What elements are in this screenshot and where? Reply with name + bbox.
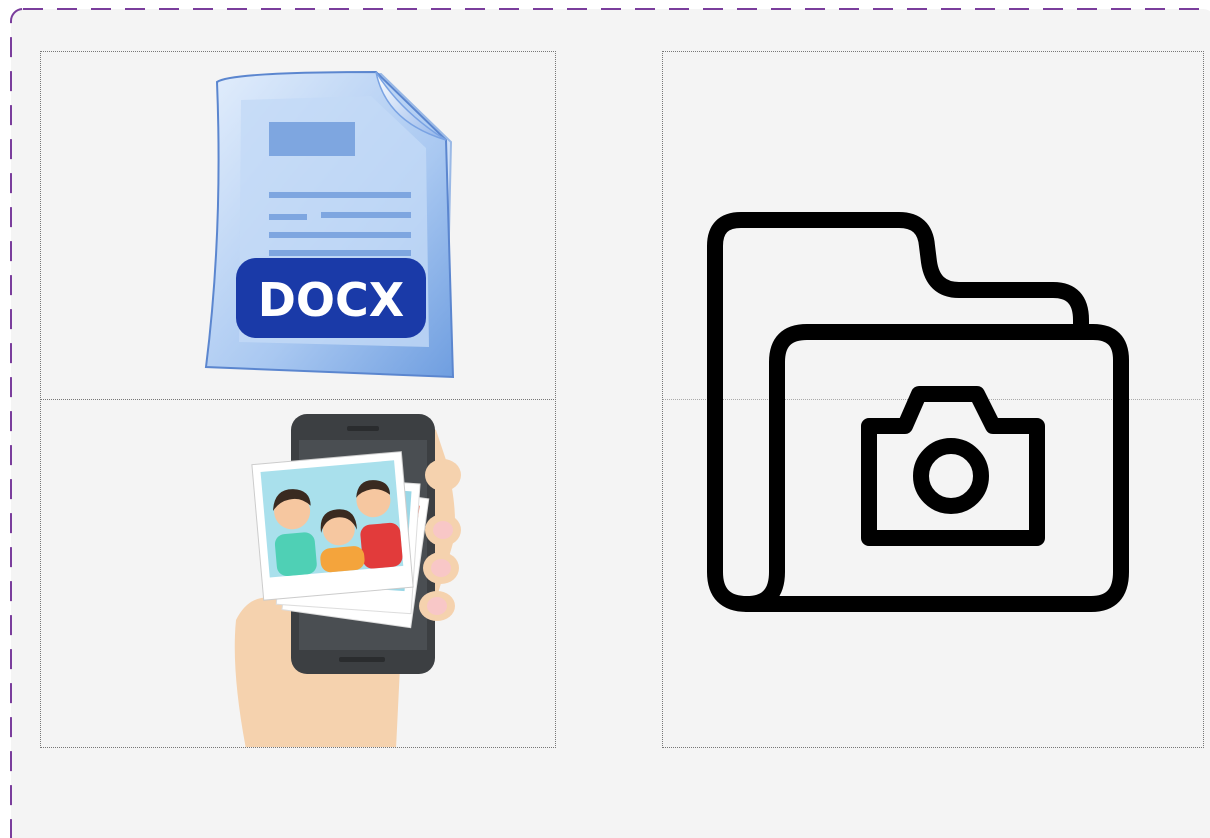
- phone-photos-illustration: [234, 414, 461, 747]
- docx-label: DOCX: [258, 273, 405, 327]
- phone-photos-cell[interactable]: [40, 399, 556, 748]
- folder-camera-cell[interactable]: [662, 51, 1204, 748]
- docx-image-cell[interactable]: DOCX: [40, 51, 556, 400]
- folder-camera-icon: [707, 212, 1129, 612]
- docx-file-icon: DOCX: [204, 70, 455, 379]
